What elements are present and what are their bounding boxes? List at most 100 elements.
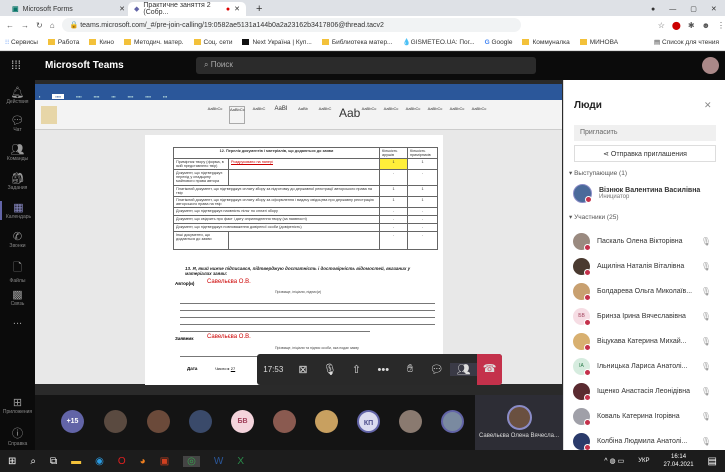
- opera-icon[interactable]: O: [118, 456, 126, 467]
- rail-item-connect[interactable]: ▩ Связь: [0, 288, 35, 307]
- list-item[interactable]: Ащиліна Наталія Віталівна 🎙︎: [573, 256, 723, 276]
- excel-icon[interactable]: X: [237, 456, 244, 467]
- reading-list[interactable]: ▤ Список для чтения: [654, 38, 719, 46]
- bookmark[interactable]: G Google: [485, 39, 513, 46]
- tab-microsoft-forms[interactable]: ▣ Microsoft Forms ✕: [6, 2, 131, 16]
- rail-item-files[interactable]: 🗋 Файлы: [0, 259, 35, 284]
- bookmark[interactable]: МИНОВА: [579, 39, 618, 46]
- user-avatar[interactable]: [702, 57, 719, 74]
- bookmark[interactable]: Кино: [89, 39, 114, 46]
- participant-avatar[interactable]: [147, 410, 170, 433]
- notifications-icon[interactable]: ▤: [708, 456, 717, 467]
- extension-icon[interactable]: ⬤: [672, 21, 681, 30]
- puzzle-icon[interactable]: ✱: [688, 21, 695, 30]
- menu-icon[interactable]: ⋮: [717, 21, 725, 30]
- star-icon[interactable]: ☆: [658, 21, 665, 30]
- reload-icon[interactable]: ↻: [36, 21, 43, 30]
- minimize-button[interactable]: —: [669, 6, 676, 13]
- bookmark[interactable]: Библиотека матер...: [321, 39, 392, 46]
- participant-avatar[interactable]: [273, 410, 296, 433]
- windows-start-icon[interactable]: ⊞: [8, 456, 16, 467]
- mic-off-button[interactable]: 🎙︎: [316, 363, 343, 376]
- more-actions-button[interactable]: •••: [370, 364, 397, 376]
- word-icon[interactable]: W: [214, 456, 223, 467]
- edge-icon[interactable]: ◉: [95, 456, 104, 467]
- powerpoint-icon[interactable]: ▣: [160, 456, 169, 467]
- camera-off-button[interactable]: ⊠: [290, 363, 317, 376]
- table-row: Документ, що підтверджує перехід у спадщ…: [173, 169, 438, 186]
- avatar[interactable]: ☻: [702, 21, 710, 30]
- list-item[interactable]: Іщенко Анастасія Леонідівна 🎙︎: [573, 381, 723, 401]
- participant-avatar[interactable]: [399, 410, 422, 433]
- app-launcher-icon[interactable]: ⁞⁞⁞: [11, 58, 21, 72]
- rail-item-chat[interactable]: 💬︎ Чат: [0, 114, 35, 133]
- new-tab-button[interactable]: +: [250, 2, 268, 16]
- attendees-header[interactable]: ▾ Участники (25): [569, 213, 619, 221]
- presenters-header[interactable]: ▾ Выступающие (1): [569, 169, 627, 177]
- share-invite-button[interactable]: ⋖ Отправка приглашения: [574, 145, 716, 162]
- clock[interactable]: 16:14 27.04.2021: [664, 453, 694, 469]
- bookmark[interactable]: Коммуналка: [522, 39, 570, 46]
- search-icon[interactable]: ⌕: [30, 456, 36, 467]
- back-icon[interactable]: ←: [6, 21, 14, 30]
- task-view-icon[interactable]: ⧉: [50, 456, 57, 467]
- author-value: Савельєва О.В.: [207, 279, 251, 285]
- bookmark[interactable]: Работа: [47, 39, 79, 46]
- list-item[interactable]: Колбіна Людмила Анатолі... 🎙︎: [573, 431, 723, 451]
- rail-item-assignments[interactable]: 🎒︎ Задания: [0, 172, 35, 191]
- participant-avatar[interactable]: [315, 410, 338, 433]
- firefox-icon[interactable]: ◕: [140, 456, 146, 467]
- bookmark[interactable]: Next Україна | Куп...: [242, 39, 312, 46]
- profile-icon[interactable]: ●: [651, 6, 655, 13]
- close-icon[interactable]: ✕: [234, 5, 240, 13]
- tray-icons[interactable]: ^ ◍ ▭: [604, 457, 624, 465]
- participants-button[interactable]: 👥︎: [450, 363, 478, 376]
- participant-avatar[interactable]: [189, 410, 212, 433]
- rail-item-more[interactable]: ...: [0, 315, 35, 327]
- rail-item-teams[interactable]: 👥︎ Команды: [0, 143, 35, 162]
- avatar: [573, 232, 591, 251]
- file-explorer-icon[interactable]: ▬: [71, 456, 81, 467]
- language-indicator[interactable]: УКР: [638, 458, 649, 464]
- raise-hand-button[interactable]: ✋︎: [397, 363, 424, 376]
- participant-avatar[interactable]: [104, 410, 127, 433]
- bookmark[interactable]: 💧GISMETEO.UA: Пог...: [402, 38, 474, 46]
- bookmark-apps[interactable]: ⁝⁝ Сервисы: [5, 38, 38, 46]
- list-item[interactable]: Віцукава Катерина Михай... 🎙︎: [573, 331, 723, 351]
- search-input[interactable]: ⌕ Поиск: [196, 57, 536, 74]
- tab-teams-meeting[interactable]: ◆ Практичне заняття 2 (Собр... ● ✕: [128, 2, 246, 16]
- chrome-icon[interactable]: ◎: [183, 455, 200, 467]
- participant-avatar[interactable]: КП: [357, 410, 380, 433]
- list-item[interactable]: Болдарева Ольга Миколаїв... 🎙︎: [573, 281, 723, 301]
- invite-input[interactable]: Пригласить: [574, 125, 716, 141]
- list-item[interactable]: ІА Ільницька Лариса Анатолі... 🎙︎: [573, 356, 723, 376]
- rail-item-activity[interactable]: 🔔︎ Действия: [0, 86, 35, 105]
- people-panel: Люди ✕ Пригласить ⋖ Отправка приглашения…: [563, 80, 725, 451]
- participant-avatar[interactable]: [441, 410, 464, 433]
- rail-item-apps[interactable]: ⊞ Приложения: [0, 396, 35, 415]
- list-item[interactable]: Коваль Катерина Ігорівна 🎙︎: [573, 406, 723, 426]
- participant-avatar[interactable]: БВ: [231, 410, 254, 433]
- self-video-tile[interactable]: Савельєва Олена Вячесла...: [475, 395, 563, 450]
- lock-icon: 🔒: [69, 22, 81, 29]
- rail-item-help[interactable]: ⓘ Справка: [0, 425, 35, 447]
- close-icon[interactable]: ✕: [119, 5, 125, 13]
- chat-button[interactable]: 💬︎: [424, 363, 451, 376]
- url-input[interactable]: 🔒 teams.microsoft.com/_#/pre-join-callin…: [61, 18, 521, 32]
- rail-item-calendar[interactable]: ▦ Календарь: [0, 201, 35, 220]
- list-item[interactable]: БВ Бринза Ірина Вячеславівна 🎙︎: [573, 306, 723, 326]
- close-icon[interactable]: ✕: [704, 100, 712, 111]
- hang-up-button[interactable]: ☎: [477, 354, 502, 385]
- maximize-button[interactable]: ▢: [690, 5, 697, 13]
- bookmark[interactable]: Соц. сети: [193, 39, 232, 46]
- close-window-button[interactable]: ✕: [711, 5, 717, 13]
- mic-off-icon: 🎙︎: [700, 286, 711, 296]
- rail-item-calls[interactable]: ✆ Звонки: [0, 230, 35, 249]
- more-participants-button[interactable]: +15: [61, 410, 84, 433]
- list-item[interactable]: Паскаль Олена Вікторівна 🎙︎: [573, 231, 723, 251]
- bookmark[interactable]: Методич. матер.: [123, 39, 184, 46]
- home-icon[interactable]: ⌂: [50, 21, 55, 30]
- presenter-item[interactable]: Візнюк Валентина Василівна Инициатор: [573, 183, 723, 203]
- share-screen-button[interactable]: ⇧: [343, 363, 370, 376]
- forward-icon[interactable]: →: [21, 21, 29, 30]
